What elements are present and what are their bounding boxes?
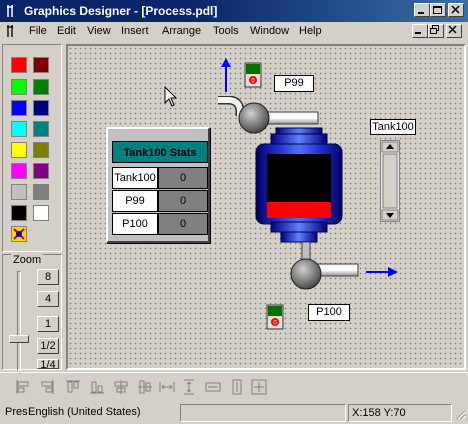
menu-bar: File Edit View Insert Arrange Tools Wind… bbox=[0, 22, 468, 42]
same-height-icon[interactable] bbox=[228, 378, 246, 396]
flow-arrow-up-icon bbox=[221, 58, 231, 92]
pump-p100-label[interactable]: P100 bbox=[308, 304, 350, 321]
close-button[interactable] bbox=[448, 3, 464, 17]
menu-arrange[interactable]: Arrange bbox=[162, 25, 201, 37]
tank-level-fill bbox=[267, 202, 331, 218]
svg-text:0: 0 bbox=[251, 78, 255, 85]
menu-view[interactable]: View bbox=[87, 25, 111, 37]
close-icon bbox=[448, 25, 457, 34]
status-coordinates: X:158 Y:70 bbox=[348, 404, 452, 422]
tank-tank100-icon[interactable] bbox=[254, 126, 344, 244]
minimize-icon bbox=[415, 32, 421, 34]
zoom-1-button[interactable]: 1 bbox=[37, 316, 59, 332]
zoom-8-button[interactable]: 8 bbox=[37, 269, 59, 285]
center-horizontal-icon[interactable] bbox=[112, 378, 130, 396]
menu-edit[interactable]: Edit bbox=[57, 25, 76, 37]
color-swatch[interactable] bbox=[33, 57, 49, 73]
status-empty-pane bbox=[180, 404, 346, 422]
zoom-label: Zoom bbox=[11, 254, 44, 266]
svg-text:0: 0 bbox=[273, 320, 277, 327]
window-title: Graphics Designer - [Process.pdl] bbox=[24, 4, 218, 18]
align-bottom-icon[interactable] bbox=[88, 378, 106, 396]
stats-row: Tank100 0 bbox=[112, 167, 208, 189]
color-swatch[interactable] bbox=[11, 100, 27, 116]
mdi-close-button[interactable] bbox=[446, 24, 462, 38]
mdi-minimize-button[interactable] bbox=[412, 24, 428, 38]
restore-icon bbox=[430, 25, 439, 34]
color-swatch[interactable] bbox=[11, 184, 27, 200]
zoom-4-button[interactable]: 4 bbox=[37, 291, 59, 307]
tank-tank100-label[interactable]: Tank100 bbox=[370, 119, 416, 135]
color-palette bbox=[2, 44, 62, 252]
pump-p99-label[interactable]: P99 bbox=[274, 75, 314, 92]
color-swatch[interactable] bbox=[11, 57, 27, 73]
space-horizontal-icon[interactable] bbox=[158, 378, 176, 396]
pump-status-indicator-icon[interactable]: 0 bbox=[266, 304, 284, 330]
title-bar: Graphics Designer - [Process.pdl] bbox=[0, 0, 468, 22]
mdi-restore-button[interactable] bbox=[428, 24, 444, 38]
close-icon bbox=[451, 5, 460, 14]
menu-tools[interactable]: Tools bbox=[213, 25, 239, 37]
stats-row-label: P99 bbox=[112, 190, 158, 212]
menu-insert[interactable]: Insert bbox=[121, 25, 149, 37]
color-swatch[interactable] bbox=[33, 142, 49, 158]
stats-row-value: 0 bbox=[158, 213, 208, 235]
maximize-icon bbox=[433, 6, 442, 14]
color-swatch[interactable] bbox=[33, 79, 49, 95]
color-swatch[interactable] bbox=[11, 163, 27, 179]
tank-level-slider[interactable] bbox=[380, 140, 400, 222]
stats-row-value: 0 bbox=[158, 190, 208, 212]
document-icon[interactable] bbox=[4, 24, 18, 38]
stats-panel-title: Tank100 Stats bbox=[112, 141, 208, 163]
stats-row: P99 0 bbox=[112, 190, 208, 212]
tank-stats-panel[interactable]: Tank100 Stats Tank100 0 P99 0 P100 0 bbox=[106, 127, 210, 243]
color-swatch[interactable] bbox=[33, 100, 49, 116]
center-vertical-icon[interactable] bbox=[136, 378, 154, 396]
zoom-panel: Zoom 8 4 1 1/2 1/4 bbox=[2, 254, 62, 371]
space-vertical-icon[interactable] bbox=[180, 378, 198, 396]
color-swatch[interactable] bbox=[33, 163, 49, 179]
menu-window[interactable]: Window bbox=[250, 25, 289, 37]
same-size-icon[interactable] bbox=[250, 378, 268, 396]
same-width-icon[interactable] bbox=[204, 378, 222, 396]
zoom-half-button[interactable]: 1/2 bbox=[37, 338, 59, 354]
stats-row-value: 0 bbox=[158, 167, 208, 189]
mouse-pointer-icon bbox=[164, 86, 178, 107]
color-swatch[interactable] bbox=[33, 121, 49, 137]
align-right-icon[interactable] bbox=[38, 378, 56, 396]
custom-color-icon[interactable] bbox=[11, 226, 27, 242]
minimize-icon bbox=[418, 12, 424, 14]
align-left-icon[interactable] bbox=[14, 378, 32, 396]
zoom-slider-track[interactable] bbox=[17, 271, 21, 371]
zoom-slider-thumb[interactable] bbox=[9, 335, 29, 343]
resize-grip-icon[interactable] bbox=[454, 408, 466, 422]
align-top-icon[interactable] bbox=[64, 378, 82, 396]
color-swatch[interactable] bbox=[11, 79, 27, 95]
status-bar: Pres English (United States) X:158 Y:70 bbox=[0, 402, 468, 424]
menu-help[interactable]: Help bbox=[299, 25, 322, 37]
stats-row-label: P100 bbox=[112, 213, 158, 235]
pump-p100-icon[interactable] bbox=[280, 242, 430, 300]
minimize-button[interactable] bbox=[414, 3, 430, 17]
maximize-button[interactable] bbox=[430, 3, 446, 17]
color-swatch[interactable] bbox=[11, 121, 27, 137]
color-swatch[interactable] bbox=[33, 205, 49, 221]
pump-status-indicator-icon[interactable]: 0 bbox=[244, 62, 262, 88]
color-swatch[interactable] bbox=[11, 205, 27, 221]
app-icon bbox=[7, 5, 13, 17]
color-swatch[interactable] bbox=[33, 184, 49, 200]
stats-row: P100 0 bbox=[112, 213, 208, 235]
alignment-toolbar bbox=[0, 372, 468, 400]
zoom-quarter-button[interactable]: 1/4 bbox=[37, 359, 59, 369]
stats-row-label: Tank100 bbox=[112, 167, 158, 189]
status-language: English (United States) bbox=[28, 406, 141, 418]
color-swatch[interactable] bbox=[11, 142, 27, 158]
menu-file[interactable]: File bbox=[29, 25, 47, 37]
